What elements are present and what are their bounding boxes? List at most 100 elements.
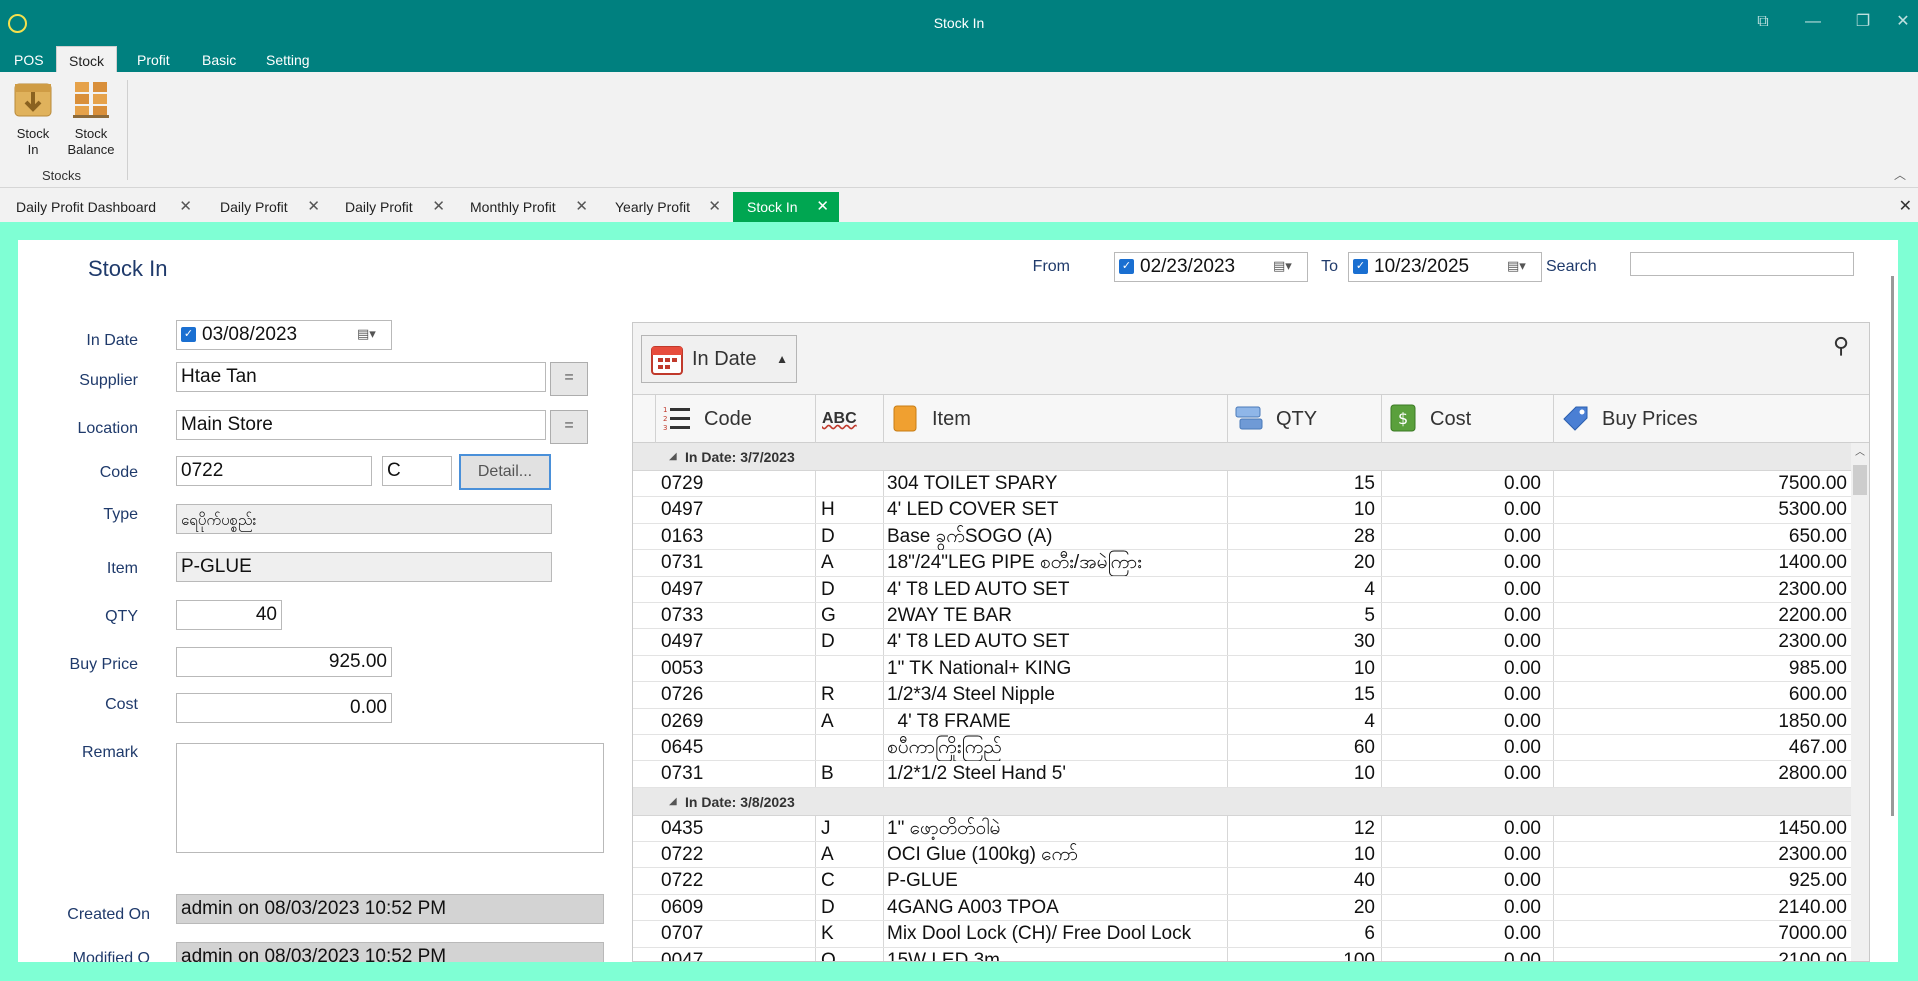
stock-balance-button[interactable]: Stock Balance (63, 78, 119, 158)
scroll-up-icon[interactable]: ︿ (1851, 443, 1869, 458)
cell-abc: A (821, 552, 834, 574)
code-field[interactable]: 0722 (176, 456, 372, 486)
tab-basic[interactable]: Basic (190, 46, 248, 72)
buy-price-field[interactable]: 925.00 (176, 647, 392, 677)
detail-button[interactable]: Detail... (459, 454, 551, 490)
group-chip-label: In Date (692, 348, 757, 370)
group-row[interactable]: ◢ In Date: 3/8/2023 (633, 787, 1853, 816)
table-row[interactable]: 0163 D Base ခွက်SOGO (A) 28 0.00 650.00 (633, 524, 1853, 551)
search-input[interactable] (1630, 252, 1854, 276)
code-suffix-field[interactable]: C (382, 456, 452, 486)
table-row[interactable]: 0707 K Mix Dool Lock (CH)/ Free Dool Lock 6… (633, 921, 1853, 948)
close-tab-icon[interactable]: ✕ (708, 192, 721, 222)
close-tab-icon[interactable]: ✕ (816, 192, 829, 222)
close-button[interactable]: ✕ (1888, 10, 1918, 34)
table-row[interactable]: 0726 R 1/2*3/4 Steel Nipple 15 0.00 600.00 (633, 682, 1853, 709)
table-row[interactable]: 0053 1" TK National+ KING 10 0.00 985.00 (633, 656, 1853, 683)
column-header-abc[interactable]: ABC (815, 395, 883, 443)
grid-scrollbar[interactable]: ︿ (1851, 443, 1869, 961)
group-row[interactable]: ◢ In Date: 3/7/2023 (633, 443, 1853, 471)
expand-group-icon[interactable]: ◢ (669, 443, 677, 471)
table-row[interactable]: 0435 J 1" ဖော့တိတ်ဝါမဲ 12 0.00 1450.00 (633, 816, 1853, 843)
doc-tab-monthly-profit[interactable]: Monthly Profit ✕ (456, 192, 598, 222)
buy-price-label: Buy Price (69, 656, 138, 673)
close-all-tabs-icon[interactable]: ✕ (1899, 196, 1912, 216)
table-row[interactable]: 0609 D 4GANG A003 TPOA 20 0.00 2140.00 (633, 895, 1853, 922)
cell-abc: C (821, 870, 835, 892)
calendar-dropdown-icon[interactable]: ▤▾ (1507, 258, 1531, 276)
svg-text:3: 3 (663, 424, 667, 432)
minimize-button[interactable]: — (1798, 10, 1828, 34)
stock-balance-icon (73, 82, 109, 118)
column-header-qty[interactable]: QTY (1227, 395, 1381, 443)
table-row[interactable]: 0722 A OCI Glue (100kg) ကော် 10 0.00 2300.00 (633, 842, 1853, 869)
stock-in-button[interactable]: Stock In (5, 78, 61, 158)
table-row[interactable]: 0497 H 4' LED COVER SET 10 0.00 5300.00 (633, 497, 1853, 524)
column-header-item[interactable]: Item (883, 395, 1227, 443)
qty-field[interactable]: 40 (176, 600, 282, 630)
location-field[interactable]: Main Store (176, 410, 546, 440)
tab-pos[interactable]: POS (2, 46, 56, 72)
from-date-checkbox[interactable]: ✓ (1119, 259, 1134, 275)
doc-tab-yearly-profit[interactable]: Yearly Profit ✕ (601, 192, 731, 222)
table-row[interactable]: 0733 G 2WAY TE BAR 5 0.00 2200.00 (633, 603, 1853, 630)
stock-in-panel: Stock In From ✓ 02/23/2023 ▤▾ To ✓ 10/23/2… (18, 240, 1898, 962)
close-tab-icon[interactable]: ✕ (432, 192, 445, 222)
code-label: Code (99, 464, 138, 481)
table-row[interactable]: 0047 O 15W LED 3m 100 0.00 2100.00 (633, 948, 1853, 961)
cost-field[interactable]: 0.00 (176, 693, 392, 723)
group-by-chip[interactable]: In Date ▲ (641, 335, 797, 383)
table-row[interactable]: 0729 304 TOILET SPARY 15 0.00 7500.00 (633, 471, 1853, 498)
tab-setting[interactable]: Setting (254, 46, 322, 72)
calendar-dropdown-icon[interactable]: ▤▾ (357, 326, 381, 344)
cell-abc: D (821, 578, 835, 600)
table-row[interactable]: 0731 B 1/2*1/2 Steel Hand 5' 10 0.00 2800.00 (633, 761, 1853, 788)
table-row[interactable]: 0722 C P-GLUE 40 0.00 925.00 (633, 868, 1853, 895)
supplier-lookup-button[interactable]: = (550, 362, 588, 396)
column-header-code[interactable]: 1 2 3 Code (655, 395, 805, 443)
group-panel: In Date ▲ ⚲ (633, 323, 1869, 395)
table-row[interactable]: 0269 A 4' T8 FRAME 4 0.00 1850.00 (633, 709, 1853, 735)
to-date-checkbox[interactable]: ✓ (1353, 259, 1368, 275)
supplier-field[interactable]: Htae Tan (176, 362, 546, 392)
column-header-buy-prices[interactable]: Buy Prices (1553, 395, 1869, 443)
close-tab-icon[interactable]: ✕ (307, 192, 320, 222)
cell-buy-price: 2300.00 (1778, 844, 1847, 866)
tab-profit[interactable]: Profit (125, 46, 182, 72)
cell-cost: 0.00 (1504, 844, 1541, 866)
cost-label: Cost (105, 696, 138, 713)
cell-cost: 0.00 (1504, 763, 1541, 785)
table-row[interactable]: 0497 D 4' T8 LED AUTO SET 4 0.00 2300.00 (633, 577, 1853, 603)
from-date-picker[interactable]: ✓ 02/23/2023 ▤▾ (1114, 252, 1308, 282)
table-row[interactable]: 0497 D 4' T8 LED AUTO SET 30 0.00 2300.00 (633, 629, 1853, 656)
remark-textarea[interactable] (176, 743, 604, 853)
in-date-picker[interactable]: ✓ 03/08/2023 ▤▾ (176, 320, 392, 350)
cell-cost: 0.00 (1504, 870, 1541, 892)
tab-stock[interactable]: Stock (56, 46, 118, 72)
cell-code: 0722 (661, 870, 704, 892)
table-row[interactable]: 0645 စပီကာကြိုးကြည် 60 0.00 467.00 (633, 735, 1853, 762)
maximize-button[interactable]: ❐ (1848, 10, 1878, 34)
cell-item: Mix Dool Lock (CH)/ Free Dool Lock (887, 923, 1192, 945)
restore-ribbon-icon[interactable]: ⧉ (1748, 10, 1778, 34)
search-icon[interactable]: ⚲ (1833, 333, 1861, 361)
location-lookup-button[interactable]: = (550, 410, 588, 444)
cell-item: 4GANG A003 TPOA (887, 896, 1059, 918)
doc-tab-stock-in[interactable]: Stock In ✕ (733, 192, 839, 222)
expand-group-icon[interactable]: ◢ (669, 788, 677, 816)
doc-tab-daily-profit-2[interactable]: Daily Profit ✕ (331, 192, 455, 222)
doc-tab-daily-profit-1[interactable]: Daily Profit ✕ (206, 192, 330, 222)
ribbon-body: Stock In Stock Balance Stocks ︿ (0, 72, 1918, 188)
column-header-cost[interactable]: $ Cost (1381, 395, 1553, 443)
cell-buy-price: 7500.00 (1778, 473, 1847, 494)
close-tab-icon[interactable]: ✕ (575, 192, 588, 222)
scroll-thumb[interactable] (1853, 465, 1867, 495)
to-date-picker[interactable]: ✓ 10/23/2025 ▤▾ (1348, 252, 1542, 282)
panel-scrollbar[interactable] (1891, 276, 1894, 816)
close-tab-icon[interactable]: ✕ (179, 192, 192, 222)
in-date-checkbox[interactable]: ✓ (181, 327, 196, 343)
doc-tab-daily-profit-dashboard[interactable]: Daily Profit Dashboard ✕ (2, 192, 202, 222)
table-row[interactable]: 0731 A 18"/24"LEG PIPE စတီး/အမဲကြား 20 0.00 1… (633, 550, 1853, 577)
calendar-dropdown-icon[interactable]: ▤▾ (1273, 258, 1297, 276)
collapse-ribbon-icon[interactable]: ︿ (1894, 166, 1908, 182)
